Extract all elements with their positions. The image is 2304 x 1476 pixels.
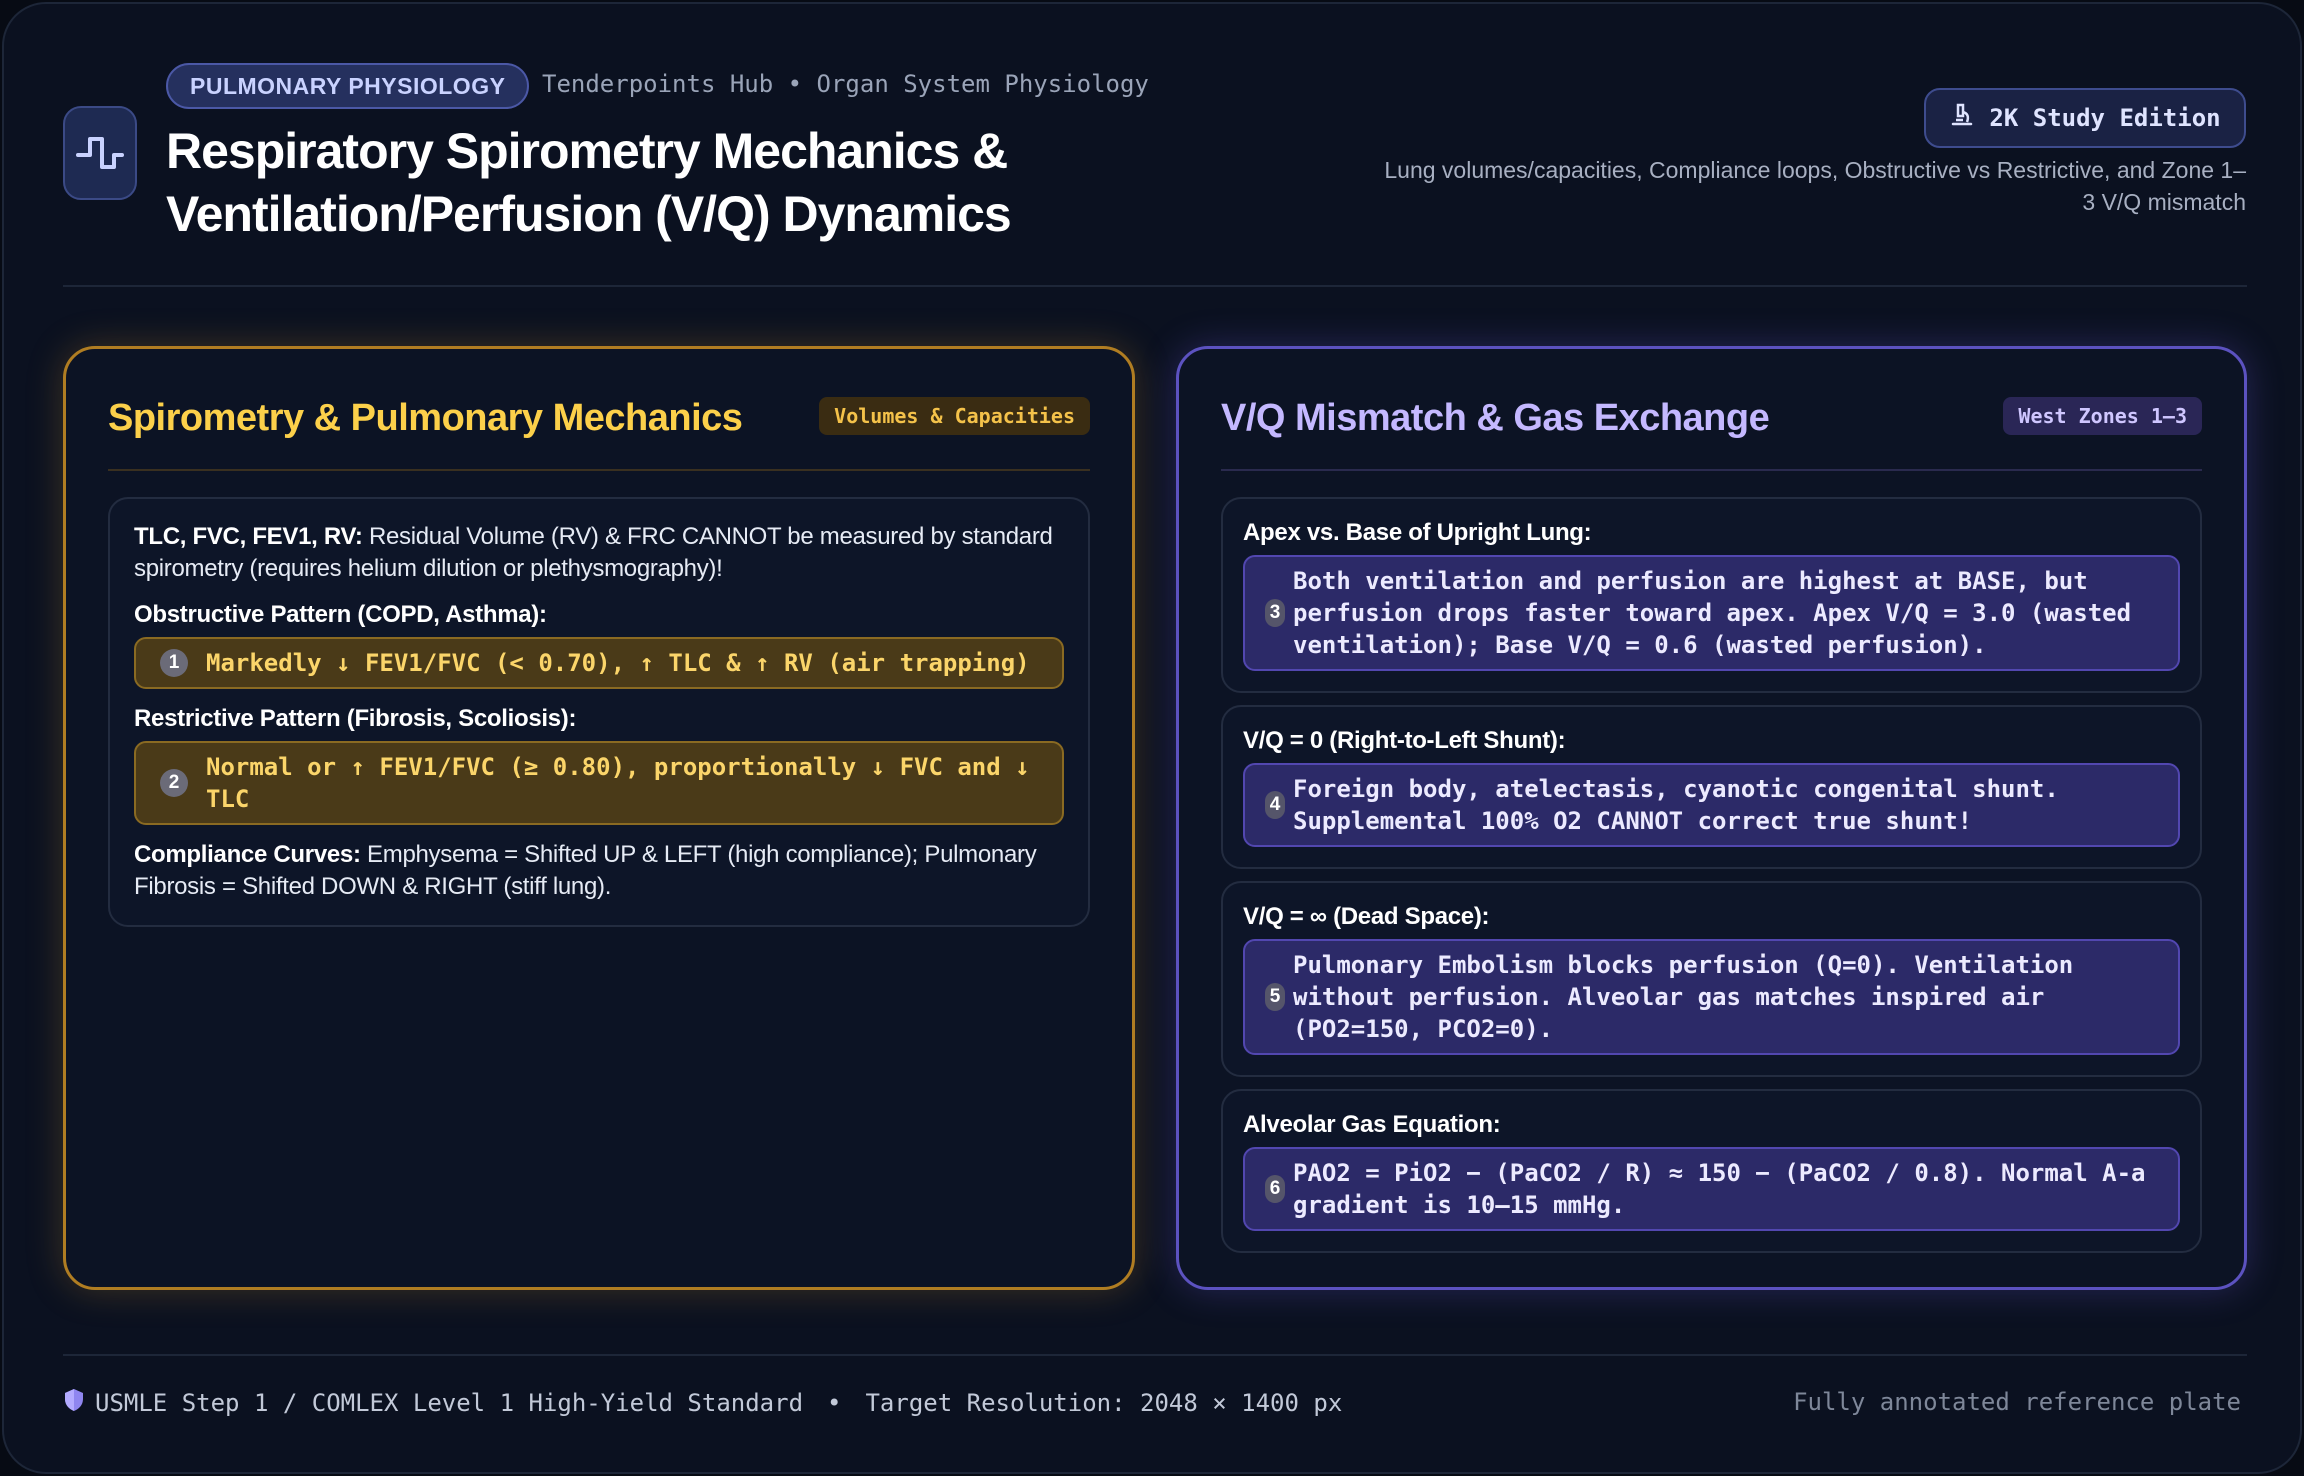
number-badge: 4 bbox=[1265, 791, 1285, 819]
page-title-line-2: Ventilation/Perfusion (V/Q) Dynamics bbox=[166, 186, 1012, 242]
spirometry-panel: Spirometry & Pulmonary Mechanics Volumes… bbox=[63, 346, 1135, 1290]
footer-divider bbox=[63, 1354, 2247, 1356]
vq-card-heading: Apex vs. Base of Upright Lung: bbox=[1243, 519, 1592, 546]
compliance-label: Compliance Curves: bbox=[134, 841, 361, 868]
vq-callout-text: Pulmonary Embolism blocks perfusion (Q=0… bbox=[1293, 951, 2074, 1043]
spirometry-panel-title: Spirometry & Pulmonary Mechanics bbox=[108, 397, 743, 439]
restrictive-callout: 2 Normal or ↑ FEV1/FVC (≥ 0.80), proport… bbox=[134, 741, 1064, 825]
vq-callout-text: PAO2 = PiO2 − (PaCO2 / R) ≈ 150 − (PaCO2… bbox=[1293, 1159, 2146, 1219]
pulse-wave-icon bbox=[63, 106, 137, 200]
topic-tag: PULMONARY PHYSIOLOGY bbox=[166, 63, 530, 109]
spirometry-card: TLC, FVC, FEV1, RV: Residual Volume (RV)… bbox=[108, 497, 1090, 927]
vq-card-apex-base: Apex vs. Base of Upright Lung: 3 Both ve… bbox=[1221, 497, 2202, 693]
number-badge: 1 bbox=[160, 649, 188, 677]
vq-card-shunt: V/Q = 0 (Right-to-Left Shunt): 4 Foreign… bbox=[1221, 705, 2202, 869]
panel-divider bbox=[1221, 469, 2202, 471]
page-title: Respiratory Spirometry Mechanics & Venti… bbox=[166, 120, 1166, 246]
vq-callout-text: Foreign body, atelectasis, cyanotic cong… bbox=[1293, 775, 2059, 835]
shield-icon bbox=[63, 1388, 85, 1418]
west-zones-badge: West Zones 1–3 bbox=[2003, 397, 2202, 435]
obstructive-text: Markedly ↓ FEV1/FVC (< 0.70), ↑ TLC & ↑ … bbox=[206, 649, 1030, 677]
vq-panel-title: V/Q Mismatch & Gas Exchange bbox=[1221, 397, 1770, 439]
vq-card-heading: V/Q = ∞ (Dead Space): bbox=[1243, 903, 1490, 930]
hub-breadcrumb: Tenderpoints Hub • Organ System Physiolo… bbox=[542, 70, 1149, 98]
footer-standard: USMLE Step 1 / COMLEX Level 1 High-Yield… bbox=[63, 1388, 1342, 1418]
number-badge: 2 bbox=[160, 769, 188, 797]
obstructive-heading: Obstructive Pattern (COPD, Asthma): bbox=[134, 601, 547, 628]
intro-label: TLC, FVC, FEV1, RV: bbox=[134, 523, 363, 550]
page-title-line-1: Respiratory Spirometry Mechanics & bbox=[166, 123, 1008, 179]
footer-annotation-note: Fully annotated reference plate bbox=[1793, 1388, 2241, 1416]
vq-callout-text: Both ventilation and perfusion are highe… bbox=[1293, 567, 2132, 659]
restrictive-text: Normal or ↑ FEV1/FVC (≥ 0.80), proportio… bbox=[206, 753, 1030, 813]
reference-plate: PULMONARY PHYSIOLOGY Tenderpoints Hub • … bbox=[2, 2, 2302, 1474]
footer-separator: • bbox=[827, 1389, 842, 1417]
intro-paragraph: TLC, FVC, FEV1, RV: Residual Volume (RV)… bbox=[134, 521, 1064, 585]
header-divider bbox=[63, 285, 2247, 287]
edition-label: 2K Study Edition bbox=[1989, 104, 2221, 132]
vq-card-heading: Alveolar Gas Equation: bbox=[1243, 1111, 1501, 1138]
vq-card-heading: V/Q = 0 (Right-to-Left Shunt): bbox=[1243, 727, 1566, 754]
vq-callout: 5 Pulmonary Embolism blocks perfusion (Q… bbox=[1243, 939, 2180, 1055]
restrictive-heading: Restrictive Pattern (Fibrosis, Scoliosis… bbox=[134, 705, 577, 732]
vq-panel: V/Q Mismatch & Gas Exchange West Zones 1… bbox=[1176, 346, 2247, 1290]
number-badge: 5 bbox=[1265, 983, 1285, 1011]
footer-resolution: Target Resolution: 2048 × 1400 px bbox=[865, 1389, 1343, 1417]
edition-badge: 2K Study Edition bbox=[1924, 88, 2246, 148]
number-badge: 6 bbox=[1265, 1175, 1285, 1203]
footer-standard-text: USMLE Step 1 / COMLEX Level 1 High-Yield… bbox=[95, 1389, 804, 1417]
vq-callout: 6 PAO2 = PiO2 − (PaCO2 / R) ≈ 150 − (PaC… bbox=[1243, 1147, 2180, 1231]
vq-callout: 4 Foreign body, atelectasis, cyanotic co… bbox=[1243, 763, 2180, 847]
vq-card-alveolar-gas: Alveolar Gas Equation: 6 PAO2 = PiO2 − (… bbox=[1221, 1089, 2202, 1253]
plate-subtitle: Lung volumes/capacities, Compliance loop… bbox=[1384, 157, 2246, 215]
vq-card-dead-space: V/Q = ∞ (Dead Space): 5 Pulmonary Emboli… bbox=[1221, 881, 2202, 1077]
vq-callout: 3 Both ventilation and perfusion are hig… bbox=[1243, 555, 2180, 671]
panel-divider bbox=[108, 469, 1090, 471]
number-badge: 3 bbox=[1265, 599, 1285, 627]
microscope-icon bbox=[1949, 102, 1975, 134]
compliance-paragraph: Compliance Curves: Emphysema = Shifted U… bbox=[134, 839, 1064, 903]
obstructive-callout: 1 Markedly ↓ FEV1/FVC (< 0.70), ↑ TLC & … bbox=[134, 637, 1064, 689]
volumes-badge: Volumes & Capacities bbox=[819, 397, 1090, 435]
